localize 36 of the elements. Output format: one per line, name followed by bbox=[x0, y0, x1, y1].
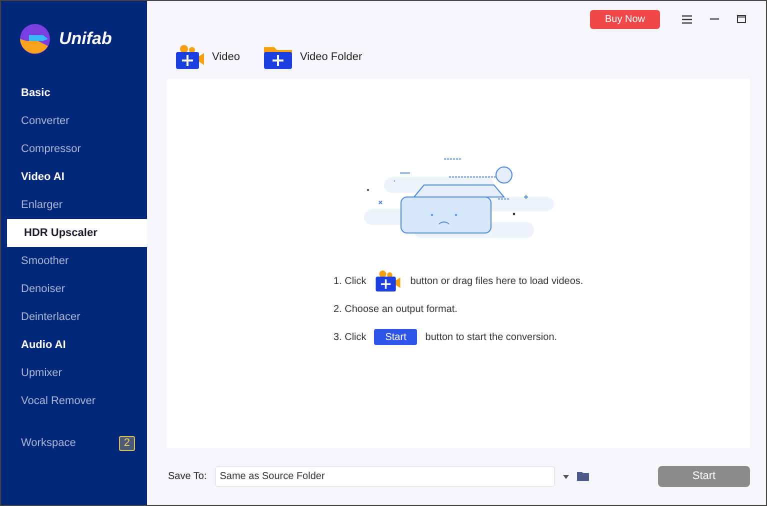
sidebar-item[interactable]: Vocal Remover bbox=[4, 387, 147, 415]
video-folder-label[interactable]: Video Folder bbox=[300, 48, 362, 66]
logo-icon bbox=[19, 23, 51, 55]
drop-area[interactable]: 1. Click button or drag files here to load videos. 2. Choose an output format. 3. Click Start button to start the conversion. bbox=[167, 79, 750, 448]
sidebar-item[interactable]: Compressor bbox=[4, 135, 147, 163]
add-video-icon[interactable] bbox=[174, 44, 206, 70]
section-header: Basic bbox=[20, 86, 52, 101]
step-text: button to start the conversion. bbox=[425, 330, 558, 344]
section-header: Audio AI bbox=[20, 338, 67, 353]
add-folder-icon[interactable] bbox=[262, 44, 294, 70]
minimize-icon[interactable] bbox=[710, 18, 719, 20]
buy-now-button[interactable]: Buy Now bbox=[590, 10, 660, 28]
caret-icon[interactable] bbox=[562, 474, 569, 478]
step-text: button or drag files here to load videos. bbox=[410, 274, 584, 288]
folder-icon[interactable] bbox=[576, 472, 589, 481]
save-to-label: Save To: bbox=[168, 470, 207, 484]
video-label[interactable]: Video bbox=[212, 48, 240, 66]
sidebar-item[interactable]: Converter bbox=[4, 107, 147, 135]
menu-icon[interactable] bbox=[682, 14, 692, 24]
start-example-button: Start bbox=[374, 329, 418, 345]
section-header: Video AI bbox=[20, 170, 66, 185]
step-text: 1. Click bbox=[334, 274, 366, 288]
workspace-label[interactable]: Workspace bbox=[21, 434, 76, 452]
step-text: 3. Click bbox=[334, 330, 366, 344]
step-text: 2. Choose an output format. bbox=[334, 302, 458, 316]
maximize-icon[interactable] bbox=[737, 15, 746, 23]
sidebar-item[interactable]: Denoiser bbox=[4, 275, 147, 303]
sidebar-item[interactable]: HDR Upscaler bbox=[4, 219, 147, 247]
workspace-count: 2 bbox=[118, 436, 135, 450]
sidebar-item[interactable]: Upmixer bbox=[4, 359, 147, 387]
sidebar-item[interactable]: Smoother bbox=[4, 247, 147, 275]
add-video-icon bbox=[374, 268, 402, 294]
sidebar-item[interactable]: Deinterlacer bbox=[4, 303, 147, 331]
save-location-dropdown[interactable]: Same as Source Folder bbox=[214, 466, 555, 487]
app-name: Unifab bbox=[59, 28, 112, 50]
sidebar-item[interactable]: Enlarger bbox=[4, 191, 147, 219]
